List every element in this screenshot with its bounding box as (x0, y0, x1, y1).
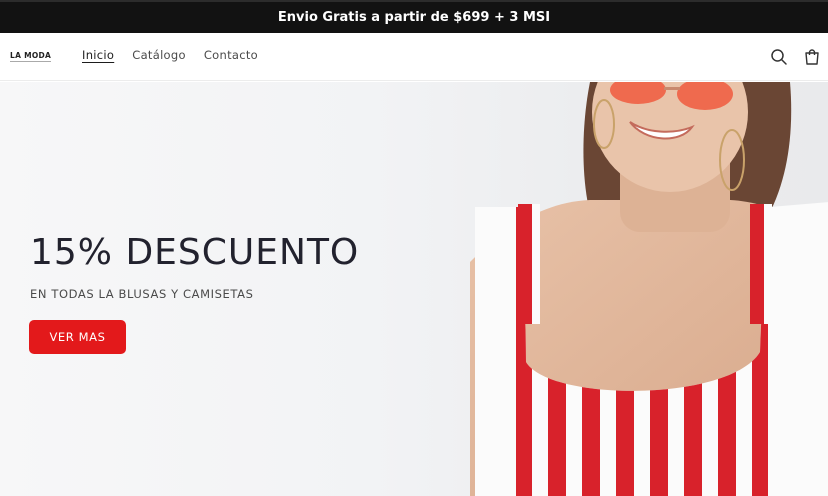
site-header: LA MODA Inicio Catálogo Contacto (0, 33, 828, 81)
cart-icon (805, 49, 819, 65)
hero-subtitle: EN TODAS LA BLUSAS Y CAMISETAS (30, 287, 254, 301)
announcement-bar: Envio Gratis a partir de $699 + 3 MSI (0, 0, 828, 33)
logo[interactable]: LA MODA (10, 51, 52, 62)
nav-link-contacto[interactable]: Contacto (204, 48, 258, 62)
nav-link-inicio[interactable]: Inicio (82, 48, 114, 62)
cart-button[interactable] (800, 45, 824, 69)
hero-banner: 15% DESCUENTO EN TODAS LA BLUSAS Y CAMIS… (0, 82, 828, 496)
main-nav: Inicio Catálogo Contacto (82, 48, 258, 62)
nav-link-catalogo[interactable]: Catálogo (132, 48, 186, 62)
ver-mas-button[interactable]: VER MAS (29, 320, 126, 354)
search-button[interactable] (767, 45, 791, 69)
announcement-text: Envio Gratis a partir de $699 + 3 MSI (277, 10, 551, 25)
hero-image (470, 82, 828, 496)
search-icon (771, 49, 787, 65)
hero-title: 15% DESCUENTO (30, 232, 360, 273)
